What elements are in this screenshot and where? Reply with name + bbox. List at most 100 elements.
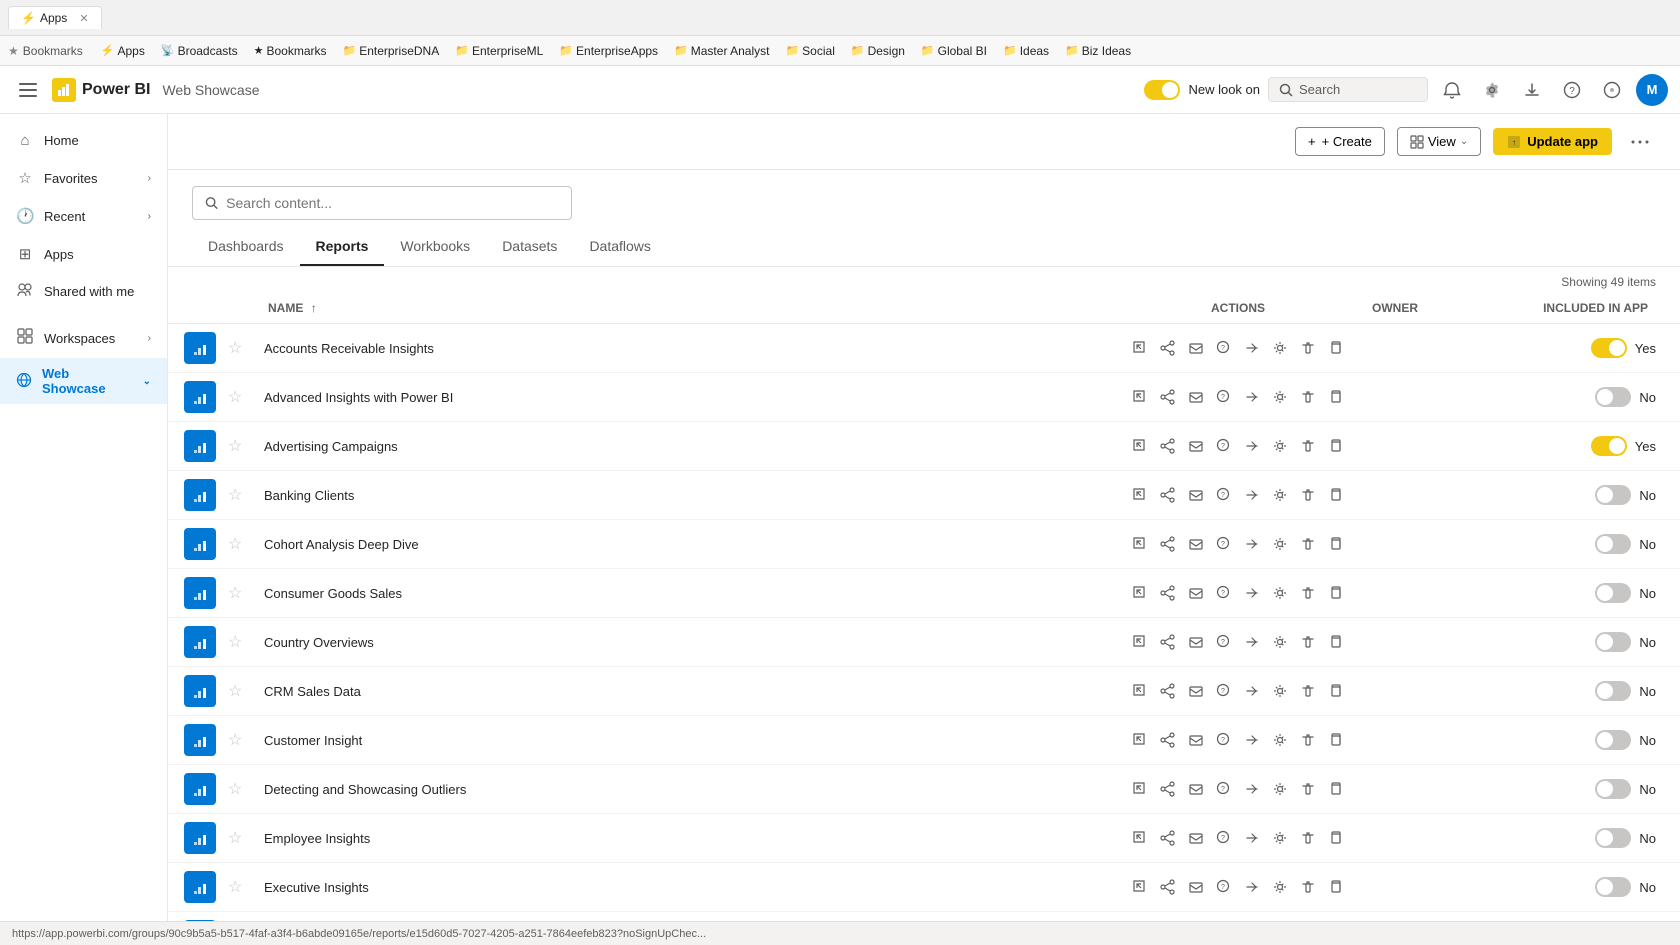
row-name-cell[interactable]: Advanced Insights with Power BI — [256, 373, 1116, 422]
settings-button[interactable] — [1476, 74, 1508, 106]
qa-icon[interactable]: ? — [1212, 630, 1236, 654]
qa-icon[interactable]: ? — [1212, 385, 1236, 409]
included-toggle[interactable] — [1595, 632, 1631, 652]
row-name-cell[interactable]: Employee Insights — [256, 814, 1116, 863]
row-star-cell[interactable]: ☆ — [224, 324, 256, 373]
settings-icon[interactable] — [1268, 385, 1292, 409]
tab-close-icon[interactable]: ✕ — [79, 12, 88, 25]
settings-icon[interactable] — [1268, 630, 1292, 654]
subscribe-icon[interactable] — [1184, 581, 1208, 605]
export-icon[interactable] — [1240, 826, 1264, 850]
export-icon[interactable] — [1240, 581, 1264, 605]
favorite-star-icon[interactable]: ☆ — [228, 683, 242, 700]
copy-icon[interactable] — [1324, 336, 1348, 360]
favorite-star-icon[interactable]: ☆ — [228, 389, 242, 406]
included-toggle[interactable] — [1595, 485, 1631, 505]
export-icon[interactable] — [1240, 630, 1264, 654]
share-icon[interactable] — [1156, 385, 1180, 409]
favorite-star-icon[interactable]: ☆ — [228, 487, 242, 504]
copy-icon[interactable] — [1324, 434, 1348, 458]
included-toggle[interactable] — [1595, 534, 1631, 554]
favorite-star-icon[interactable]: ☆ — [228, 732, 242, 749]
row-star-cell[interactable]: ☆ — [224, 765, 256, 814]
favorite-star-icon[interactable]: ☆ — [228, 536, 242, 553]
delete-icon[interactable] — [1296, 777, 1320, 801]
share-icon[interactable] — [1156, 434, 1180, 458]
tab-reports[interactable]: Reports — [300, 228, 385, 266]
row-actions-cell[interactable]: ? — [1116, 912, 1360, 922]
sidebar-item-home[interactable]: ⌂ Home — [0, 122, 167, 159]
row-included-cell[interactable]: Yes — [1520, 324, 1680, 373]
settings-icon[interactable] — [1268, 826, 1292, 850]
row-included-cell[interactable]: No — [1520, 373, 1680, 422]
update-app-button[interactable]: ↑ Update app — [1493, 128, 1612, 155]
share-icon[interactable] — [1156, 336, 1180, 360]
row-included-cell[interactable]: Yes — [1520, 912, 1680, 922]
row-included-cell[interactable]: No — [1520, 569, 1680, 618]
share-icon[interactable] — [1156, 532, 1180, 556]
settings-icon[interactable] — [1268, 875, 1292, 899]
row-star-cell[interactable]: ☆ — [224, 422, 256, 471]
subscribe-icon[interactable] — [1184, 679, 1208, 703]
copy-icon[interactable] — [1324, 777, 1348, 801]
export-icon[interactable] — [1240, 679, 1264, 703]
row-name-cell[interactable]: Web Showcase — [256, 912, 1116, 922]
col-name[interactable]: NAME ↑ — [256, 293, 1116, 324]
bookmark-enterpriseapps[interactable]: 📁 EnterpriseApps — [553, 42, 664, 60]
share-icon[interactable] — [1156, 826, 1180, 850]
delete-icon[interactable] — [1296, 336, 1320, 360]
row-name-cell[interactable]: Banking Clients — [256, 471, 1116, 520]
row-star-cell[interactable]: ☆ — [224, 471, 256, 520]
open-report-icon[interactable] — [1128, 630, 1152, 654]
subscribe-icon[interactable] — [1184, 483, 1208, 507]
create-button[interactable]: + + Create — [1295, 127, 1385, 156]
row-star-cell[interactable]: ☆ — [224, 863, 256, 912]
qa-icon[interactable]: ? — [1212, 777, 1236, 801]
open-report-icon[interactable] — [1128, 679, 1152, 703]
reports-table-container[interactable]: NAME ↑ ACTIONS OWNER INCLUDED IN APP — [168, 293, 1680, 921]
settings-icon[interactable] — [1268, 483, 1292, 507]
sidebar-item-recent[interactable]: 🕐 Recent › — [0, 197, 167, 235]
qa-icon[interactable]: ? — [1212, 728, 1236, 752]
row-star-cell[interactable]: ☆ — [224, 373, 256, 422]
open-report-icon[interactable] — [1128, 875, 1152, 899]
favorite-star-icon[interactable]: ☆ — [228, 634, 242, 651]
open-report-icon[interactable] — [1128, 385, 1152, 409]
bookmark-social[interactable]: 📁 Social — [779, 42, 840, 60]
qa-icon[interactable]: ? — [1212, 875, 1236, 899]
qa-icon[interactable]: ? — [1212, 826, 1236, 850]
share-icon[interactable] — [1156, 875, 1180, 899]
qa-icon[interactable]: ? — [1212, 336, 1236, 360]
row-name-cell[interactable]: Detecting and Showcasing Outliers — [256, 765, 1116, 814]
delete-icon[interactable] — [1296, 826, 1320, 850]
favorite-star-icon[interactable]: ☆ — [228, 340, 242, 357]
favorite-star-icon[interactable]: ☆ — [228, 438, 242, 455]
share-icon[interactable] — [1156, 777, 1180, 801]
subscribe-icon[interactable] — [1184, 385, 1208, 409]
row-actions-cell[interactable]: ? — [1116, 618, 1360, 667]
subscribe-icon[interactable] — [1184, 532, 1208, 556]
delete-icon[interactable] — [1296, 434, 1320, 458]
delete-icon[interactable] — [1296, 483, 1320, 507]
export-icon[interactable] — [1240, 777, 1264, 801]
row-included-cell[interactable]: No — [1520, 618, 1680, 667]
download-button[interactable] — [1516, 74, 1548, 106]
row-included-cell[interactable]: No — [1520, 863, 1680, 912]
copy-icon[interactable] — [1324, 728, 1348, 752]
export-icon[interactable] — [1240, 483, 1264, 507]
included-toggle[interactable] — [1595, 583, 1631, 603]
subscribe-icon[interactable] — [1184, 630, 1208, 654]
copy-icon[interactable] — [1324, 630, 1348, 654]
workspace-name[interactable]: Web Showcase — [162, 82, 259, 98]
row-actions-cell[interactable]: ? — [1116, 422, 1360, 471]
row-star-cell[interactable]: ☆ — [224, 814, 256, 863]
subscribe-icon[interactable] — [1184, 777, 1208, 801]
nav-menu-button[interactable] — [12, 74, 44, 106]
row-actions-cell[interactable]: ? — [1116, 765, 1360, 814]
copy-icon[interactable] — [1324, 385, 1348, 409]
nav-search-box[interactable]: Search — [1268, 77, 1428, 102]
row-included-cell[interactable]: No — [1520, 716, 1680, 765]
sidebar-item-favorites[interactable]: ☆ Favorites › — [0, 159, 167, 197]
row-name-cell[interactable]: CRM Sales Data — [256, 667, 1116, 716]
row-name-cell[interactable]: Accounts Receivable Insights — [256, 324, 1116, 373]
